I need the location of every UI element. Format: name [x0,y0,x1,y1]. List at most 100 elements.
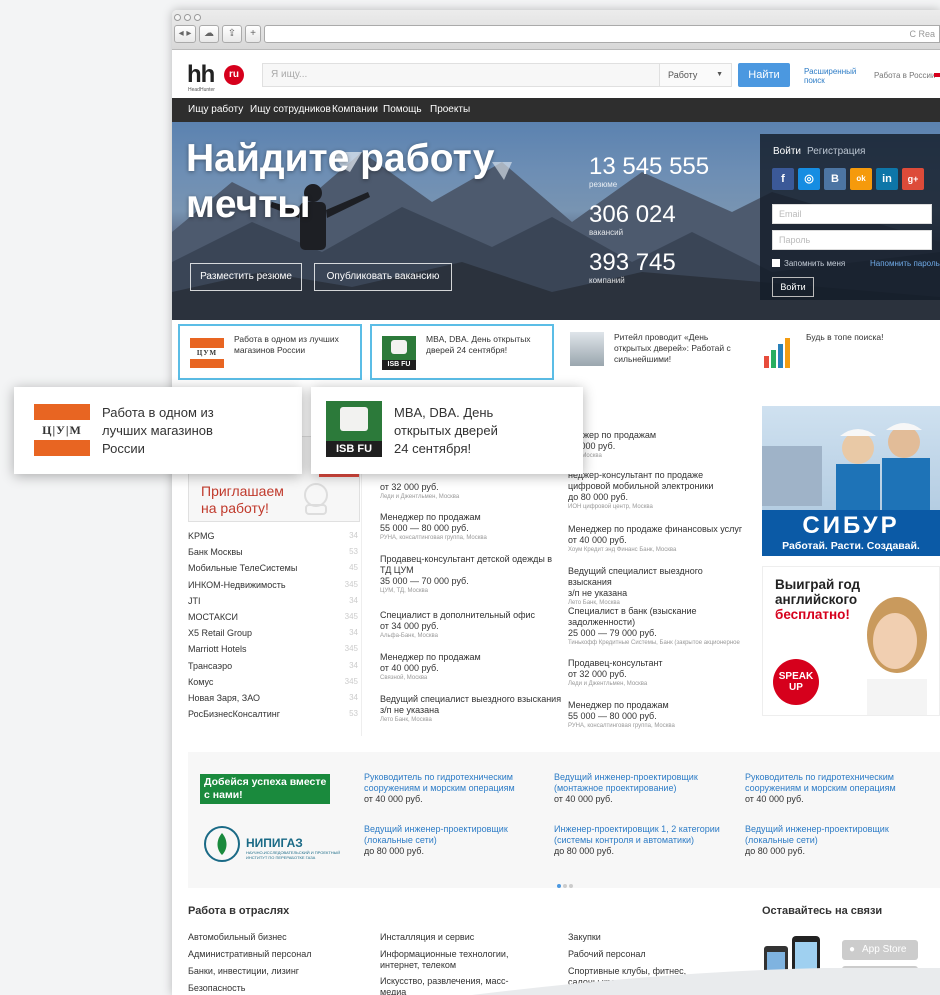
band-vacancy[interactable]: Руководитель по гидротехническим сооруже… [364,772,534,805]
advanced-search-link[interactable]: Расширенный поиск [804,67,864,85]
industry-link[interactable]: Инсталляция и сервис [380,932,530,943]
tsum-zoom-card[interactable]: Ц|У|М Работа в одном из лучших магазинов… [14,387,302,474]
company-row[interactable]: Мобильные ТелеСистемы 45 [188,563,358,573]
vacancy-title[interactable]: Менеджер по продажам [380,512,564,523]
company-row[interactable]: JTI 34 [188,596,358,606]
vacancy-title[interactable]: Продавец-консультант детской одежды в ТД… [380,554,564,576]
band-vacancy-title[interactable]: Руководитель по гидротехническим сооруже… [364,772,534,794]
vacancy-title[interactable]: Менеджер по продажам [380,652,564,663]
promo-top-search[interactable]: Будь в топе поиска! [760,324,940,380]
band-vacancy-title[interactable]: Ведущий инженер-проектировщик (монтажное… [554,772,724,794]
mailru-icon[interactable]: ◎ [798,168,820,190]
vacancy-company[interactable]: Альфа-Банк, Москва [380,632,564,641]
zoom-window-icon[interactable] [194,14,201,21]
industry-link[interactable]: Закупки [568,932,718,943]
password-field[interactable]: Пароль [772,230,932,250]
back-forward-icon[interactable]: ◂ ▸ [174,25,196,43]
band-vacancy[interactable]: Ведущий инженер-проектировщик (локальные… [745,824,915,857]
vacancy-item[interactable]: Менеджер по продажам 55 000 — 80 000 руб.… [568,700,746,731]
nav-employers[interactable]: Ищу сотрудников [250,104,331,115]
company-row[interactable]: Marriott Hotels 345 [188,644,358,654]
vacancy-company[interactable]: Леди и Джентльмен, Москва [568,680,746,689]
vacancy-title[interactable]: Продавец-консультант [568,658,746,669]
company-row[interactable]: ИНКОМ-Недвижимость 345 [188,580,358,590]
company-row[interactable]: X5 Retail Group 34 [188,628,358,638]
industry-link[interactable]: Административный персонал [188,949,338,960]
vacancy-item[interactable]: Специалист в дополнительный офис от 34 00… [380,610,564,641]
vacancy-company[interactable]: ИОН цифровой центр, Москва [568,503,746,512]
vacancy-company[interactable]: Тинькофф Кредитные Системы, Банк (закрыт… [568,639,746,648]
post-resume-button[interactable]: Разместить резюме [190,263,302,291]
vacancy-title[interactable]: Специалист в банк (взыскание задолженнос… [568,606,746,628]
post-vacancy-button[interactable]: Опубликовать вакансию [314,263,452,291]
cloud-icon[interactable]: ☁ [199,25,219,43]
remember-me-checkbox[interactable]: Запомнить меня [772,259,845,268]
sibur-ad[interactable]: СИБУР Работай. Расти. Создавай. [762,406,940,556]
vacancy-title[interactable]: Ведущий специалист выездного взыскания [568,566,746,588]
company-row[interactable]: KPMG 34 [188,531,358,541]
vacancy-company[interactable]: РУНА, консалтинговая группа, Москва [568,722,746,731]
band-vacancy-title[interactable]: Ведущий инженер-проектировщик (локальные… [364,824,534,846]
promo-isb[interactable]: ISB FU MBA, DBA. День открытых дверей 24… [370,324,554,380]
vacancy-company[interactable]: ной, Москва [568,452,746,461]
vacancy-item[interactable]: Менеджер по продажам 55 000 — 80 000 руб.… [380,512,564,543]
vacancy-title[interactable]: Менеджер по продажам [568,700,746,711]
band-vacancy-title[interactable]: Инженер-проектировщик 1, 2 категории (си… [554,824,724,846]
vacancy-company[interactable]: Хоум Кредит энд Финанс Банк, Москва [568,546,746,555]
isb-zoom-card[interactable]: ISB FU MBA, DBA. День открытых дверей 24… [311,387,583,474]
address-bar[interactable]: C Rea [264,25,940,43]
vacancy-item[interactable]: Продавец-консультант от 32 000 руб. Леди и… [568,658,746,689]
login-button[interactable]: Войти [772,277,814,297]
vacancy-item[interactable]: неджер по продажам 40 000 руб. ной, Москва [568,430,746,461]
google-plus-icon[interactable]: g+ [902,168,924,190]
facebook-icon[interactable]: f [772,168,794,190]
company-row[interactable]: РосБизнесКонсалтинг 53 [188,709,358,719]
vacancy-item[interactable]: неджер-консультант по продаже цифровой м… [568,470,746,512]
tab-login[interactable]: Войти [773,146,801,157]
band-vacancy[interactable]: Ведущий инженер-проектировщик (локальные… [364,824,534,857]
odnoklassniki-icon[interactable]: ok [850,168,872,190]
vacancy-title[interactable]: Менеджер по продаже финансовых услуг [568,524,746,535]
vacancy-item[interactable]: Специалист в банк (взыскание задолженнос… [568,606,746,648]
reload-icon[interactable]: C [909,29,916,39]
find-button[interactable]: Найти [738,63,790,87]
band-vacancy[interactable]: Инженер-проектировщик 1, 2 категории (си… [554,824,724,857]
industry-link[interactable]: Банки, инвестиции, лизинг [188,966,338,977]
vacancy-item[interactable]: Менеджер по продажам от 40 000 руб. Связно… [380,652,564,683]
close-window-icon[interactable] [174,14,181,21]
pager-dot[interactable] [557,884,561,888]
hh-logo[interactable]: hh ru HeadHunter [187,61,247,93]
tab-register[interactable]: Регистрация [807,146,865,157]
band-vacancy[interactable]: Руководитель по гидротехническим сооруже… [745,772,915,805]
vacancy-item[interactable]: Продавец-консультант детской одежды в ТД… [380,554,564,596]
nav-job-seekers[interactable]: Ищу работу [188,104,243,115]
share-icon[interactable]: ⇪ [222,25,242,43]
company-row[interactable]: Трансаэро 34 [188,661,358,671]
vkontakte-icon[interactable]: В [824,168,846,190]
nav-projects[interactable]: Проекты [430,104,470,115]
reader-button[interactable]: Rea [918,29,935,39]
linkedin-icon[interactable]: in [876,168,898,190]
search-scope-select[interactable]: Работу ▼ [659,64,731,86]
forgot-password-link[interactable]: Напомнить пароль [870,259,940,268]
email-field[interactable]: Email [772,204,932,224]
pager-dot[interactable] [569,884,573,888]
vacancy-title[interactable]: неджер по продажам [568,430,746,441]
nav-help[interactable]: Помощь [383,104,422,115]
promo-tsum[interactable]: ЦУМ Работа в одном из лучших магазинов Р… [178,324,362,380]
band-vacancy[interactable]: Ведущий инженер-проектировщик (монтажное… [554,772,724,805]
vacancy-title[interactable]: Специалист в дополнительный офис [380,610,564,621]
vacancy-item[interactable]: Менеджер по продаже финансовых услуг от 4… [568,524,746,555]
vacancy-title[interactable]: неджер-консультант по продаже цифровой м… [568,470,746,492]
flag-icon[interactable] [934,73,940,77]
region-link[interactable]: Работа в России [874,71,935,80]
vacancy-company[interactable]: Связной, Москва [380,674,564,683]
search-input[interactable]: Я ищу... Работу ▼ [262,63,732,87]
promo-retail[interactable]: Ритейл проводит «День открытых дверей»: … [568,324,752,380]
vacancy-company[interactable]: РУНА, консалтинговая группа, Москва [380,534,564,543]
company-row[interactable]: Банк Москвы 53 [188,547,358,557]
vacancy-company[interactable]: Леди и Джентльмен, Москва [380,493,564,502]
vacancy-item[interactable]: от 32 000 руб. Леди и Джентльмен, Москва [380,482,564,502]
english-ad[interactable]: Выиграй год английского бесплатно! SPEAK… [762,566,940,716]
band-vacancy-title[interactable]: Ведущий инженер-проектировщик (локальные… [745,824,915,846]
